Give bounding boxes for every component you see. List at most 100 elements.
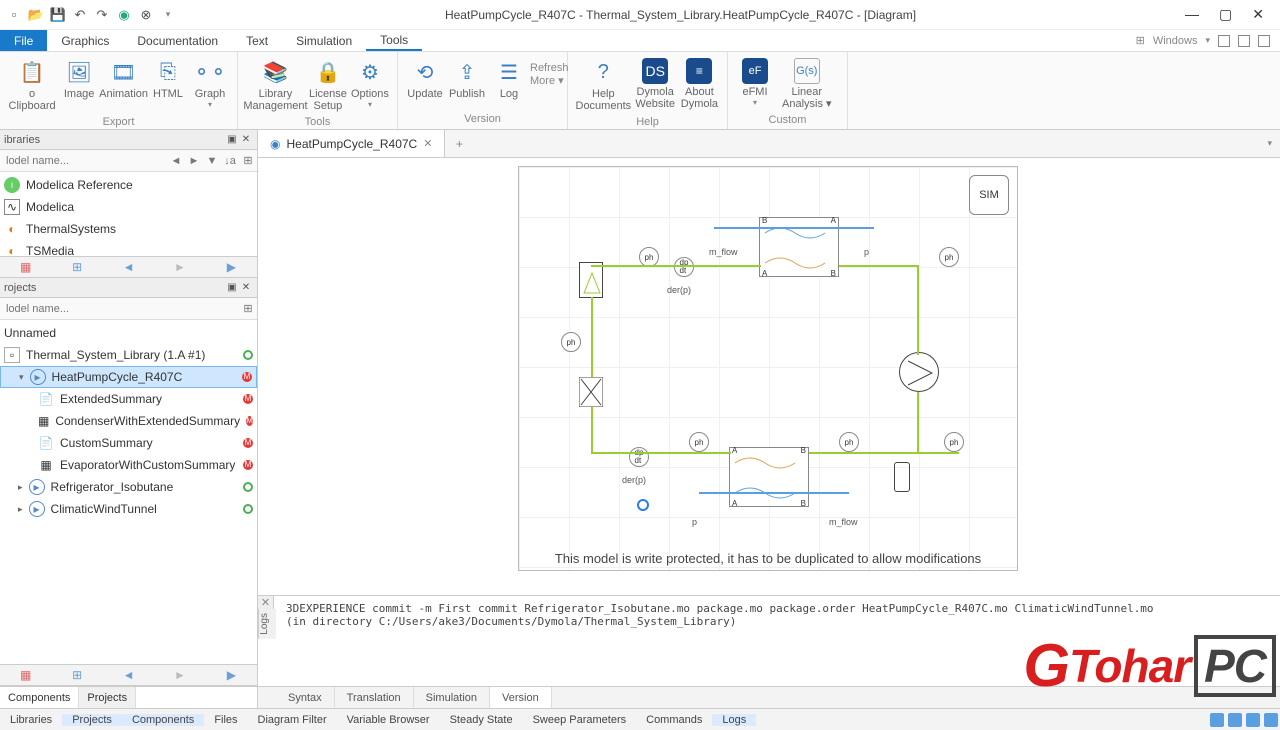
sensor-dpdt-bot[interactable]: dp dt xyxy=(629,447,649,467)
nav-back-icon[interactable]: ◄ xyxy=(167,152,185,170)
tab-projects-bottom[interactable]: Projects xyxy=(79,687,136,708)
redo-icon[interactable]: ↷ xyxy=(94,7,110,23)
sensor-ph4[interactable]: ph xyxy=(561,332,581,352)
linear-button[interactable]: G(s)Linear Analysis ▾ xyxy=(776,56,838,112)
layout-icon-3[interactable] xyxy=(1246,713,1260,727)
proj-item-extsummary[interactable]: 📄ExtendedSummaryM xyxy=(0,388,257,410)
pnav-up-icon[interactable]: ▶ xyxy=(206,665,257,685)
condenser-block[interactable]: B A A B xyxy=(759,217,839,277)
about-button[interactable]: ≡About Dymola xyxy=(678,56,721,112)
sensor-ph-br[interactable]: ph xyxy=(839,432,859,452)
update-button[interactable]: ⟲Update xyxy=(404,56,446,102)
close-panel-icon[interactable]: ✕ xyxy=(239,134,253,145)
image-button[interactable]: 🖼Image xyxy=(58,56,100,102)
pnav-next-icon[interactable]: ► xyxy=(154,665,205,685)
stop-icon[interactable]: ⊗ xyxy=(138,7,154,23)
lib-item-thermalsystems[interactable]: ◐ThermalSystems xyxy=(0,218,257,240)
refresh-button[interactable]: Refresh xyxy=(530,62,569,74)
close-button[interactable]: ✕ xyxy=(1252,6,1264,23)
sensor-ph3[interactable]: ph xyxy=(639,247,659,267)
sensor-ph-bl[interactable]: ph xyxy=(689,432,709,452)
log-output[interactable]: 3DEXPERIENCE commit -m First commit Refr… xyxy=(276,596,1280,686)
qat-dropdown-icon[interactable]: ▾ xyxy=(160,7,176,23)
undo-icon[interactable]: ↶ xyxy=(72,7,88,23)
windows-label[interactable]: Windows xyxy=(1153,35,1198,47)
status-projects[interactable]: Projects xyxy=(62,714,122,726)
status-sweep[interactable]: Sweep Parameters xyxy=(523,714,637,726)
tabs-menu-icon[interactable]: ▾ xyxy=(1267,138,1280,149)
pnav-prev-icon[interactable]: ◄ xyxy=(103,665,154,685)
sensor-ph2[interactable]: ph xyxy=(939,247,959,267)
log-button[interactable]: ☰Log xyxy=(488,56,530,102)
proj-item-heatpump[interactable]: ▾▸HeatPumpCycle_R407CM xyxy=(0,366,257,388)
layout-1-icon[interactable] xyxy=(1218,35,1230,47)
nav-next-icon[interactable]: ► xyxy=(154,257,205,277)
text-tab[interactable]: Text xyxy=(232,30,282,51)
close-projects-icon[interactable]: ✕ xyxy=(239,282,253,293)
publish-button[interactable]: ⇪Publish xyxy=(446,56,488,102)
status-commands[interactable]: Commands xyxy=(636,714,712,726)
compressor-block[interactable] xyxy=(899,352,939,392)
pview-list-icon[interactable]: ▦ xyxy=(0,665,51,685)
html-button[interactable]: ⎘HTML xyxy=(147,56,189,102)
diagram-viewport[interactable]: SIM B A A B A B A B xyxy=(258,158,1280,595)
status-components[interactable]: Components xyxy=(122,714,204,726)
status-diagram-filter[interactable]: Diagram Filter xyxy=(248,714,337,726)
clipboard-button[interactable]: 📋o Clipboard xyxy=(6,56,58,114)
status-steady-state[interactable]: Steady State xyxy=(440,714,523,726)
graphics-tab[interactable]: Graphics xyxy=(47,30,123,51)
logtab-syntax[interactable]: Syntax xyxy=(276,687,335,708)
logtab-simulation[interactable]: Simulation xyxy=(414,687,490,708)
close-tab-icon[interactable]: ✕ xyxy=(423,137,432,150)
pview-grid-icon[interactable]: ⊞ xyxy=(51,665,102,685)
lib-item-modelica-ref[interactable]: iModelica Reference xyxy=(0,174,257,196)
minimize-button[interactable]: — xyxy=(1185,6,1199,23)
simulation-tab[interactable]: Simulation xyxy=(282,30,366,51)
sort-icon[interactable]: ↓a xyxy=(221,152,239,170)
expand-icon[interactable]: ⊞ xyxy=(239,152,257,170)
efmi-button[interactable]: eFeFMI▾ xyxy=(734,56,776,109)
log-close-icon[interactable]: ✕ xyxy=(258,596,274,609)
evaporator-block[interactable]: A B A B xyxy=(729,447,809,507)
proj-expand-icon[interactable]: ⊞ xyxy=(239,300,257,318)
pin-projects-icon[interactable]: ▣ xyxy=(225,282,239,293)
proj-item-refrigerator[interactable]: ▸▸Refrigerator_Isobutane xyxy=(0,476,257,498)
projects-filter-input[interactable] xyxy=(0,303,239,315)
layout-2-icon[interactable] xyxy=(1238,35,1250,47)
more-button[interactable]: More ▾ xyxy=(530,74,569,87)
status-logs[interactable]: Logs xyxy=(712,714,756,726)
lib-item-modelica[interactable]: ∿Modelica xyxy=(0,196,257,218)
nav-fwd-icon[interactable]: ► xyxy=(185,152,203,170)
layout-icon-2[interactable] xyxy=(1228,713,1242,727)
proj-item-climatic[interactable]: ▸▸ClimaticWindTunnel xyxy=(0,498,257,520)
sim-block[interactable]: SIM xyxy=(969,175,1009,215)
proj-item-unnamed[interactable]: Unnamed xyxy=(0,322,257,344)
lib-item-tsmedia[interactable]: ◐TSMedia xyxy=(0,240,257,256)
proj-item-condenser[interactable]: ▦CondenserWithExtendedSummaryM xyxy=(0,410,257,432)
open-icon[interactable]: 📂 xyxy=(28,7,44,23)
graph-button[interactable]: ⚬⚬Graph▾ xyxy=(189,56,231,111)
license-button[interactable]: 🔒License Setup xyxy=(307,56,349,114)
proj-item-evaporator[interactable]: ▦EvaporatorWithCustomSummaryM xyxy=(0,454,257,476)
file-tab[interactable]: File xyxy=(0,30,47,51)
animation-button[interactable]: 🎞Animation xyxy=(100,56,147,102)
layout-3-icon[interactable] xyxy=(1258,35,1270,47)
receiver-block[interactable] xyxy=(579,262,603,298)
doc-tab-heatpump[interactable]: ◉ HeatPumpCycle_R407C ✕ xyxy=(258,130,445,157)
documentation-tab[interactable]: Documentation xyxy=(123,30,232,51)
nav-up-icon[interactable]: ▶ xyxy=(206,257,257,277)
library-mgmt-button[interactable]: 📚Library Management xyxy=(244,56,307,114)
run-icon[interactable]: ◉ xyxy=(116,7,132,23)
view-grid-icon[interactable]: ⊞ xyxy=(51,257,102,277)
pin-icon[interactable]: ▣ xyxy=(225,134,239,145)
logtab-version[interactable]: Version xyxy=(490,687,552,708)
bottle-block[interactable] xyxy=(894,462,910,492)
nav-prev-icon[interactable]: ◄ xyxy=(103,257,154,277)
status-variable-browser[interactable]: Variable Browser xyxy=(337,714,440,726)
proj-item-customsummary[interactable]: 📄CustomSummaryM xyxy=(0,432,257,454)
add-tab-button[interactable]: + xyxy=(445,137,473,151)
filter-icon[interactable]: ▼ xyxy=(203,152,221,170)
tools-tab[interactable]: Tools xyxy=(366,30,422,51)
help-docs-button[interactable]: ?Help Documents xyxy=(574,56,633,114)
layout-icon-1[interactable] xyxy=(1210,713,1224,727)
